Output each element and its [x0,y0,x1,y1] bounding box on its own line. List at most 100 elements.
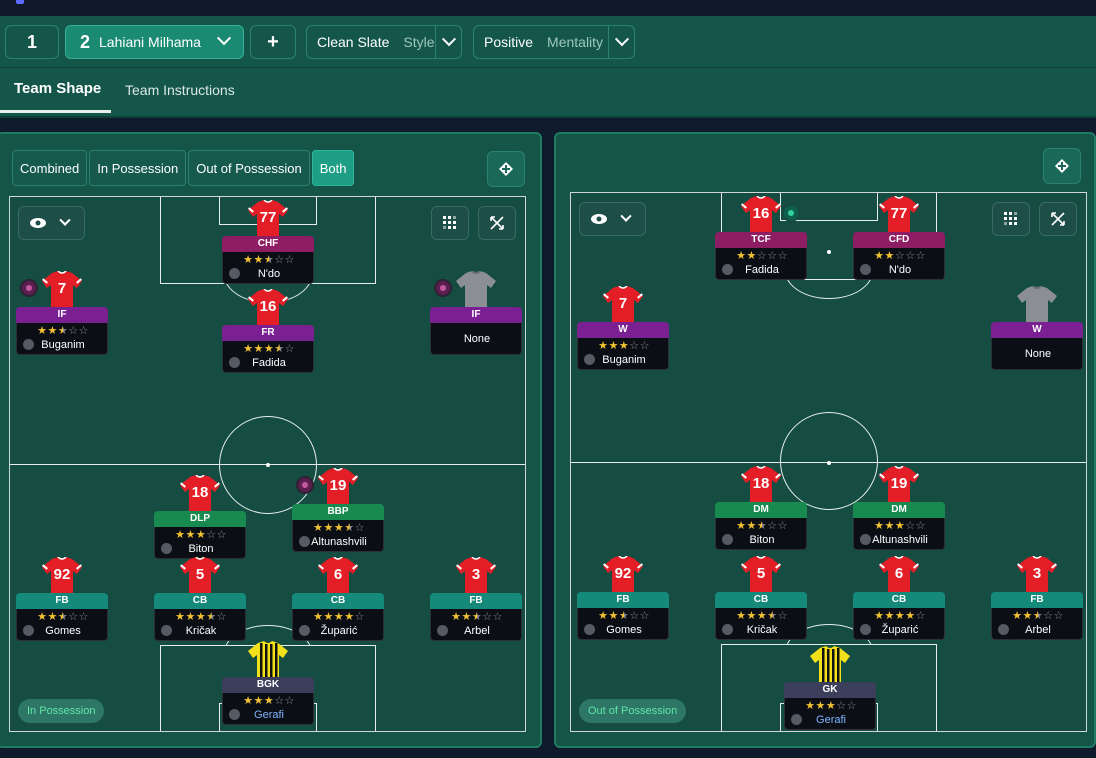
shirt-icon: 92 [40,556,84,593]
shirt-number: 7 [618,295,628,312]
player-role: IF [16,307,108,323]
right-player-card-fb[interactable]: 92 FB ★★★☆☆ Gomes [577,555,669,662]
chevron-down-icon[interactable] [216,31,232,46]
shirt-number: 77 [259,209,277,226]
shirt-number: 6 [333,566,343,583]
tactic-slot-1-number: 1 [26,31,37,52]
player-info: ★★☆☆☆ N'do [853,248,945,280]
player-name: Gerafi [816,714,846,726]
formation-swap-button-right[interactable] [1043,148,1081,184]
player-name: None [463,333,491,345]
left-player-card-if[interactable]: 7 IF ★★★☆☆ Buganim [16,270,108,377]
expand-icon [1051,212,1065,226]
phase-out-of-possession[interactable]: Out of Possession [188,150,310,186]
swap-icon [499,162,513,176]
player-role: FB [991,592,1083,608]
player-name: Fadida [252,357,286,369]
player-role: CFD [853,232,945,248]
tactic-slot-2[interactable]: 2 Lahiani Milhama [65,25,244,59]
left-player-card-bgk[interactable]: BGK ★★★☆☆ Gerafi [222,641,314,747]
tactic-slot-1[interactable]: 1 [5,25,59,59]
shirt-number: 19 [890,475,908,492]
player-role: CB [715,592,807,608]
player-role: CB [154,593,246,609]
player-name: Gomes [606,624,642,636]
chevron-down-icon[interactable] [608,26,634,58]
role-rating-stars: ★★★☆☆ [37,611,89,623]
role-rating-stars: ★★★☆☆ [175,529,227,541]
role-rating-stars: ★★★★☆ [874,610,926,622]
player-info: ★★★☆☆ Gomes [16,609,108,641]
expand-button[interactable] [478,206,516,240]
player-info: ★★★☆☆ Biton [154,527,246,559]
left-player-card-fb[interactable]: 3 FB ★★★☆☆ Arbel [430,556,522,663]
visibility-dropdown-right[interactable] [579,202,646,236]
style-value: Clean Slate [317,34,390,50]
expand-button-right[interactable] [1039,202,1077,236]
role-rating-stars: ★★★☆☆ [598,610,650,622]
shirt-number: 92 [53,566,71,583]
shirt-number: 16 [259,298,277,315]
instruction-badge-icon[interactable] [296,476,314,494]
shirt-icon: 19 [877,465,921,502]
right-player-card-cfd[interactable]: 77 CFD ★★☆☆☆ N'do [853,195,945,302]
top-strip [0,0,1096,16]
player-info: ★★★☆☆ Gerafi [784,698,876,730]
right-player-card-w[interactable]: 7 W ★★★☆☆ Buganim [577,285,669,392]
instruction-badge-icon[interactable] [20,279,38,297]
role-rating-stars: ★★★☆☆ [37,325,89,337]
role-rating-stars: ★★★★☆ [736,610,788,622]
left-player-card-fr[interactable]: 16 FR ★★★★☆ Fadida [222,288,314,395]
centre-spot [827,461,831,465]
shirt-number: 6 [894,565,904,582]
player-name: Biton [749,534,775,546]
swap-icon [1055,159,1069,173]
phase-both[interactable]: Both [311,150,355,186]
style-label: Style [403,34,435,50]
shirt-number: 3 [1032,565,1042,582]
right-player-card-fb[interactable]: 3 FB ★★★☆☆ Arbel [991,555,1083,662]
instruction-badge-icon[interactable] [782,204,800,222]
shirt-icon: 5 [178,556,222,593]
chevron-down-icon [59,214,71,226]
player-role: IF [430,307,522,323]
shirt-icon: 3 [454,556,498,593]
player-role: DM [853,502,945,518]
player-role: FR [222,325,314,341]
visibility-dropdown[interactable] [18,206,85,240]
mentality-selector[interactable]: Positive Mentality [473,25,635,59]
player-name: Altunashvili [872,534,928,546]
player-info: ★★★☆☆ Altunashvili [853,518,945,550]
shirt-number: 18 [191,484,209,501]
formation-swap-button[interactable] [487,151,525,187]
chevron-down-icon[interactable] [435,26,461,58]
shirt-number: 77 [890,205,908,222]
left-player-card-fb[interactable]: 92 FB ★★★☆☆ Gomes [16,556,108,663]
grid-view-button-right[interactable] [992,202,1030,236]
shirt-icon: 7 [40,270,84,307]
tactic-slot-2-number: 2 [80,31,91,52]
shirt-icon: 18 [739,465,783,502]
right-player-card-w[interactable]: W None [991,285,1083,392]
player-info: ★★★☆☆ Gomes [577,608,669,640]
add-tactic-button[interactable]: + [250,25,296,59]
shirt-icon: 5 [739,555,783,592]
style-selector[interactable]: Clean Slate Style [306,25,462,59]
player-name: None [1024,348,1052,360]
tab-team-instructions[interactable]: Team Instructions [125,82,235,98]
mentality-value: Positive [484,34,534,50]
shirt-number: 92 [614,565,632,582]
shirt-icon [808,646,852,682]
player-role: CB [292,593,384,609]
phase-in-possession[interactable]: In Possession [89,150,187,186]
shirt-icon: 6 [877,555,921,592]
centre-spot [266,463,270,467]
instruction-badge-icon[interactable] [434,279,452,297]
role-rating-stars: ★★★★☆ [175,611,227,623]
right-player-card-gk[interactable]: GK ★★★☆☆ Gerafi [784,646,876,752]
phase-combined[interactable]: Combined [12,150,88,186]
tab-team-shape[interactable]: Team Shape [14,80,101,97]
role-rating-stars: ★★★☆☆ [243,254,295,266]
grid-view-button[interactable] [431,206,469,240]
left-player-card-if[interactable]: IF None [430,270,522,377]
